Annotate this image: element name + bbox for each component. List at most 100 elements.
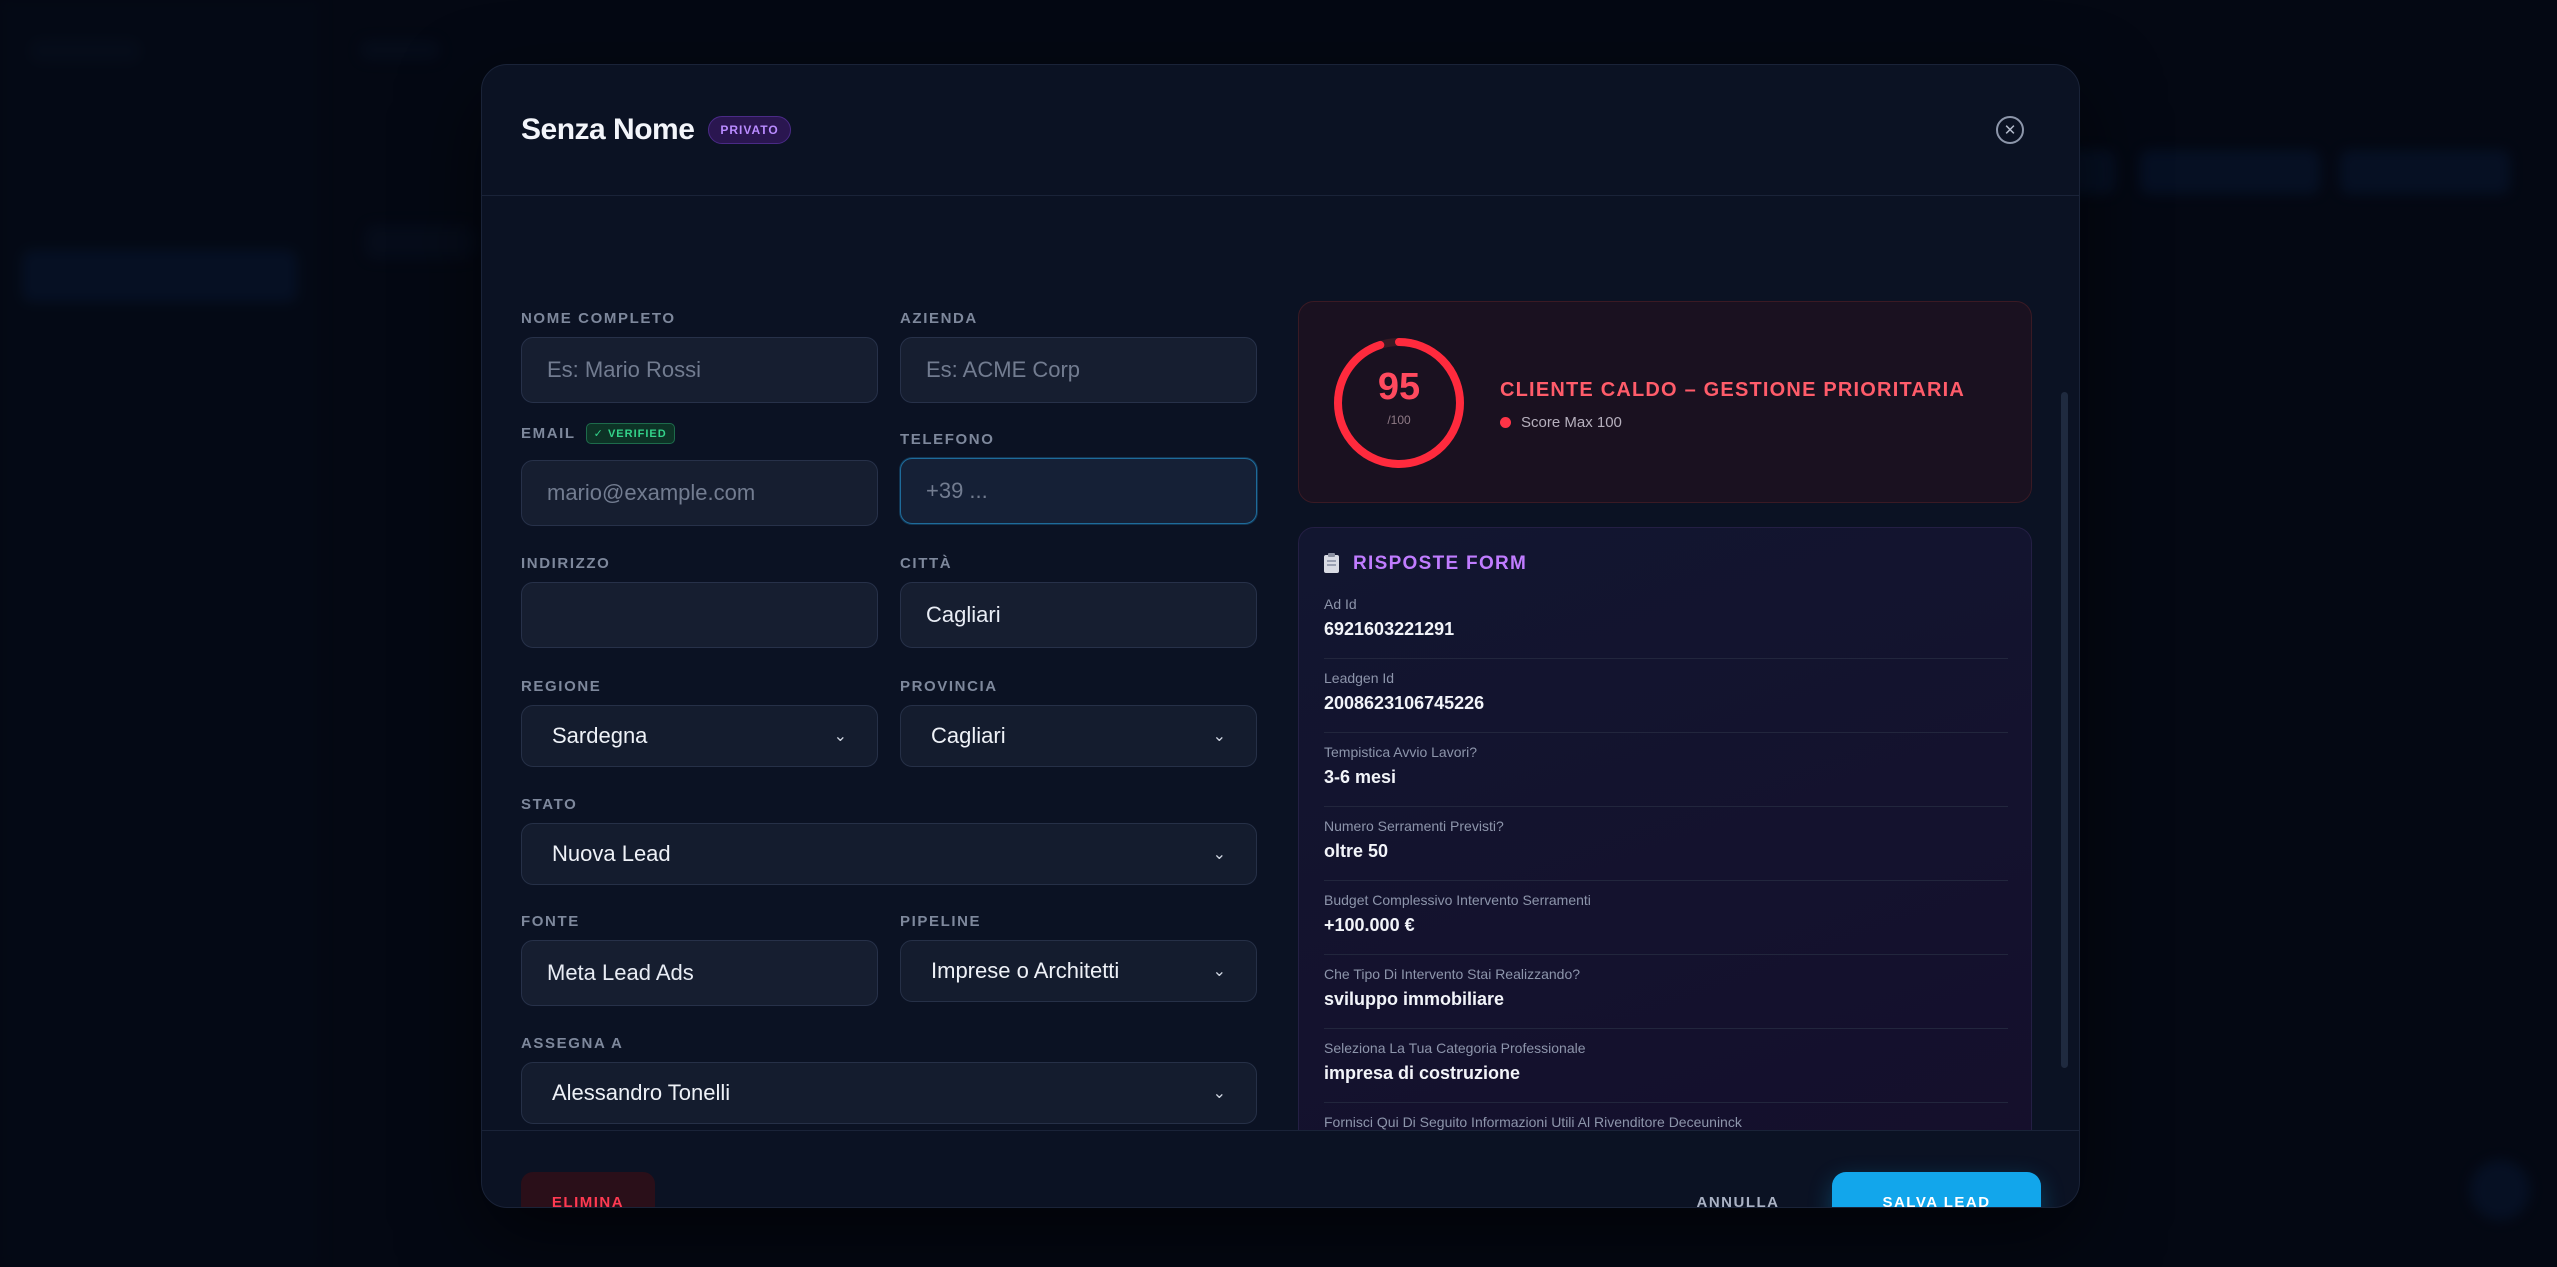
score-value: 95 — [1377, 366, 1421, 408]
regione-value: Sardegna — [552, 723, 648, 748]
field-nome-completo: NOME COMPLETO — [521, 308, 878, 428]
score-subtitle: Score Max 100 — [1521, 414, 1622, 431]
field-provincia: PROVINCIA Cagliari ⌄ — [900, 676, 1257, 786]
form-answer-item: Seleziona La Tua Categoria Professionale… — [1324, 1040, 2008, 1103]
form-answer-divider — [1324, 1102, 2008, 1103]
label-regione: REGIONE — [521, 677, 602, 695]
score-subtitle-row: Score Max 100 — [1500, 414, 1622, 431]
indirizzo-input[interactable] — [521, 582, 878, 648]
form-answer-item: Tempistica Avvio Lavori? 3-6 mesi — [1324, 744, 2008, 807]
modal-footer: ELIMINA ANNULLA SALVA LEAD — [482, 1130, 2079, 1208]
close-button[interactable]: ✕ — [1996, 116, 2024, 144]
form-answer-value: 3-6 mesi — [1324, 767, 1397, 787]
form-answer-value: 2008623106745226 — [1324, 693, 1485, 713]
pipeline-value: Imprese o Architetti — [931, 958, 1120, 983]
form-answer-value: oltre 50 — [1324, 841, 1389, 861]
form-answer-divider — [1324, 732, 2008, 733]
label-telefono: TELEFONO — [900, 430, 995, 448]
field-indirizzo: INDIRIZZO — [521, 553, 878, 673]
label-indirizzo: INDIRIZZO — [521, 554, 611, 572]
label-email: EMAIL — [521, 424, 576, 442]
form-answer-divider — [1324, 806, 2008, 807]
form-answer-question: Numero Serramenti Previsti? — [1324, 818, 1504, 834]
form-answers-card: RISPOSTE FORM Ad Id 6921603221291 Leadgen … — [1298, 527, 2032, 1130]
form-answer-divider — [1324, 954, 2008, 955]
assegna-a-value: Alessandro Tonelli — [552, 1080, 731, 1105]
stato-value: Nuova Lead — [552, 841, 671, 866]
delete-button[interactable]: ELIMINA — [521, 1172, 655, 1207]
form-answer-item: Ad Id 6921603221291 — [1324, 596, 2008, 659]
label-pipeline: PIPELINE — [900, 912, 982, 930]
label-azienda: AZIENDA — [900, 309, 978, 327]
form-answer-divider — [1324, 658, 2008, 659]
provincia-value: Cagliari — [931, 723, 1006, 748]
nome-completo-input[interactable] — [521, 337, 878, 403]
email-input[interactable] — [521, 460, 878, 526]
regione-select[interactable]: Sardegna ⌄ — [521, 705, 878, 767]
form-answer-question: Seleziona La Tua Categoria Professionale — [1324, 1040, 1586, 1056]
form-answer-question: Budget Complessivo Intervento Serramenti — [1324, 892, 1591, 908]
chevron-down-icon: ⌄ — [1212, 846, 1226, 863]
fonte-input[interactable] — [521, 940, 878, 1006]
save-lead-button[interactable]: SALVA LEAD — [1832, 1172, 2041, 1207]
form-answers-header: RISPOSTE FORM — [1324, 553, 1527, 575]
stato-select[interactable]: Nuova Lead ⌄ — [521, 823, 1257, 885]
form-answer-divider — [1324, 880, 2008, 881]
chevron-down-icon: ⌄ — [1212, 1085, 1226, 1102]
form-answer-value: 6921603221291 — [1324, 619, 1455, 639]
label-citta: CITTÀ — [900, 554, 953, 572]
lead-type-badge: PRIVATO — [708, 116, 791, 144]
chevron-down-icon: ⌄ — [1212, 963, 1226, 980]
form-answer-item: Fornisci Qui Di Seguito Informazioni Uti… — [1324, 1114, 2008, 1130]
field-pipeline: PIPELINE Imprese o Architetti ⌄ — [900, 911, 1257, 1021]
status-dot-icon — [1500, 417, 1511, 428]
field-regione: REGIONE Sardegna ⌄ — [521, 676, 878, 786]
form-answer-divider — [1324, 1028, 2008, 1029]
pipeline-select[interactable]: Imprese o Architetti ⌄ — [900, 940, 1257, 1002]
label-assegna-a: ASSEGNA A — [521, 1034, 624, 1052]
assegna-a-select[interactable]: Alessandro Tonelli ⌄ — [521, 1062, 1257, 1124]
form-answer-item: Che Tipo Di Intervento Stai Realizzando?… — [1324, 966, 2008, 1029]
form-answer-question: Ad Id — [1324, 596, 1357, 612]
telefono-input[interactable] — [900, 458, 1257, 524]
label-nome-completo: NOME COMPLETO — [521, 309, 676, 327]
form-answer-question: Tempistica Avvio Lavori? — [1324, 744, 1478, 760]
form-answer-question: Fornisci Qui Di Seguito Informazioni Uti… — [1324, 1114, 1742, 1130]
label-fonte: FONTE — [521, 912, 580, 930]
lead-score-card: 95 /100 CLIENTE CALDO – GESTIONE PRIORIT… — [1298, 301, 2032, 503]
label-provincia: PROVINCIA — [900, 677, 998, 695]
form-answer-question: Che Tipo Di Intervento Stai Realizzando? — [1324, 966, 1581, 982]
field-telefono: TELEFONO — [900, 429, 1257, 549]
modal-scrollbar[interactable] — [2061, 392, 2068, 1068]
provincia-select[interactable]: Cagliari ⌄ — [900, 705, 1257, 767]
form-answer-value: sviluppo immobiliare — [1324, 989, 1505, 1009]
clipboard-icon — [1324, 553, 1339, 573]
field-assegna-a: ASSEGNA A Alessandro Tonelli ⌄ — [521, 1033, 1257, 1130]
verified-badge: ✓ VERIFIED — [585, 422, 675, 444]
modal-title: Senza Nome — [521, 113, 695, 146]
form-answers-title: RISPOSTE FORM — [1353, 553, 1528, 574]
form-answer-item: Leadgen Id 2008623106745226 — [1324, 670, 2008, 733]
score-max: /100 — [1387, 413, 1411, 427]
modal-body: NOME COMPLETO AZIENDA EMAIL ✓ VERIFIED T… — [482, 196, 2079, 1130]
field-fonte: FONTE — [521, 911, 878, 1031]
form-answer-question: Leadgen Id — [1324, 670, 1395, 686]
label-email-row: EMAIL ✓ VERIFIED — [521, 422, 878, 444]
modal-header: Senza Nome PRIVATO ✕ — [482, 65, 2079, 196]
form-answer-item: Numero Serramenti Previsti? oltre 50 — [1324, 818, 2008, 881]
form-answer-value: impresa di costruzione — [1324, 1063, 1521, 1083]
azienda-input[interactable] — [900, 337, 1257, 403]
cancel-button[interactable]: ANNULLA — [1678, 1172, 1798, 1208]
citta-input[interactable] — [900, 582, 1257, 648]
form-answer-item: Budget Complessivo Intervento Serramenti… — [1324, 892, 2008, 955]
close-circle-icon: ✕ — [2003, 121, 2017, 139]
field-stato: STATO Nuova Lead ⌄ — [521, 794, 1257, 904]
field-azienda: AZIENDA — [900, 308, 1257, 428]
form-answer-value: +100.000 € — [1324, 915, 1415, 935]
chevron-down-icon: ⌄ — [1212, 728, 1226, 745]
label-stato: STATO — [521, 795, 578, 813]
field-citta: CITTÀ — [900, 553, 1257, 673]
field-email: EMAIL ✓ VERIFIED — [521, 422, 878, 543]
chevron-down-icon: ⌄ — [833, 728, 847, 745]
score-title: CLIENTE CALDO – GESTIONE PRIORITARIA — [1500, 379, 1966, 401]
